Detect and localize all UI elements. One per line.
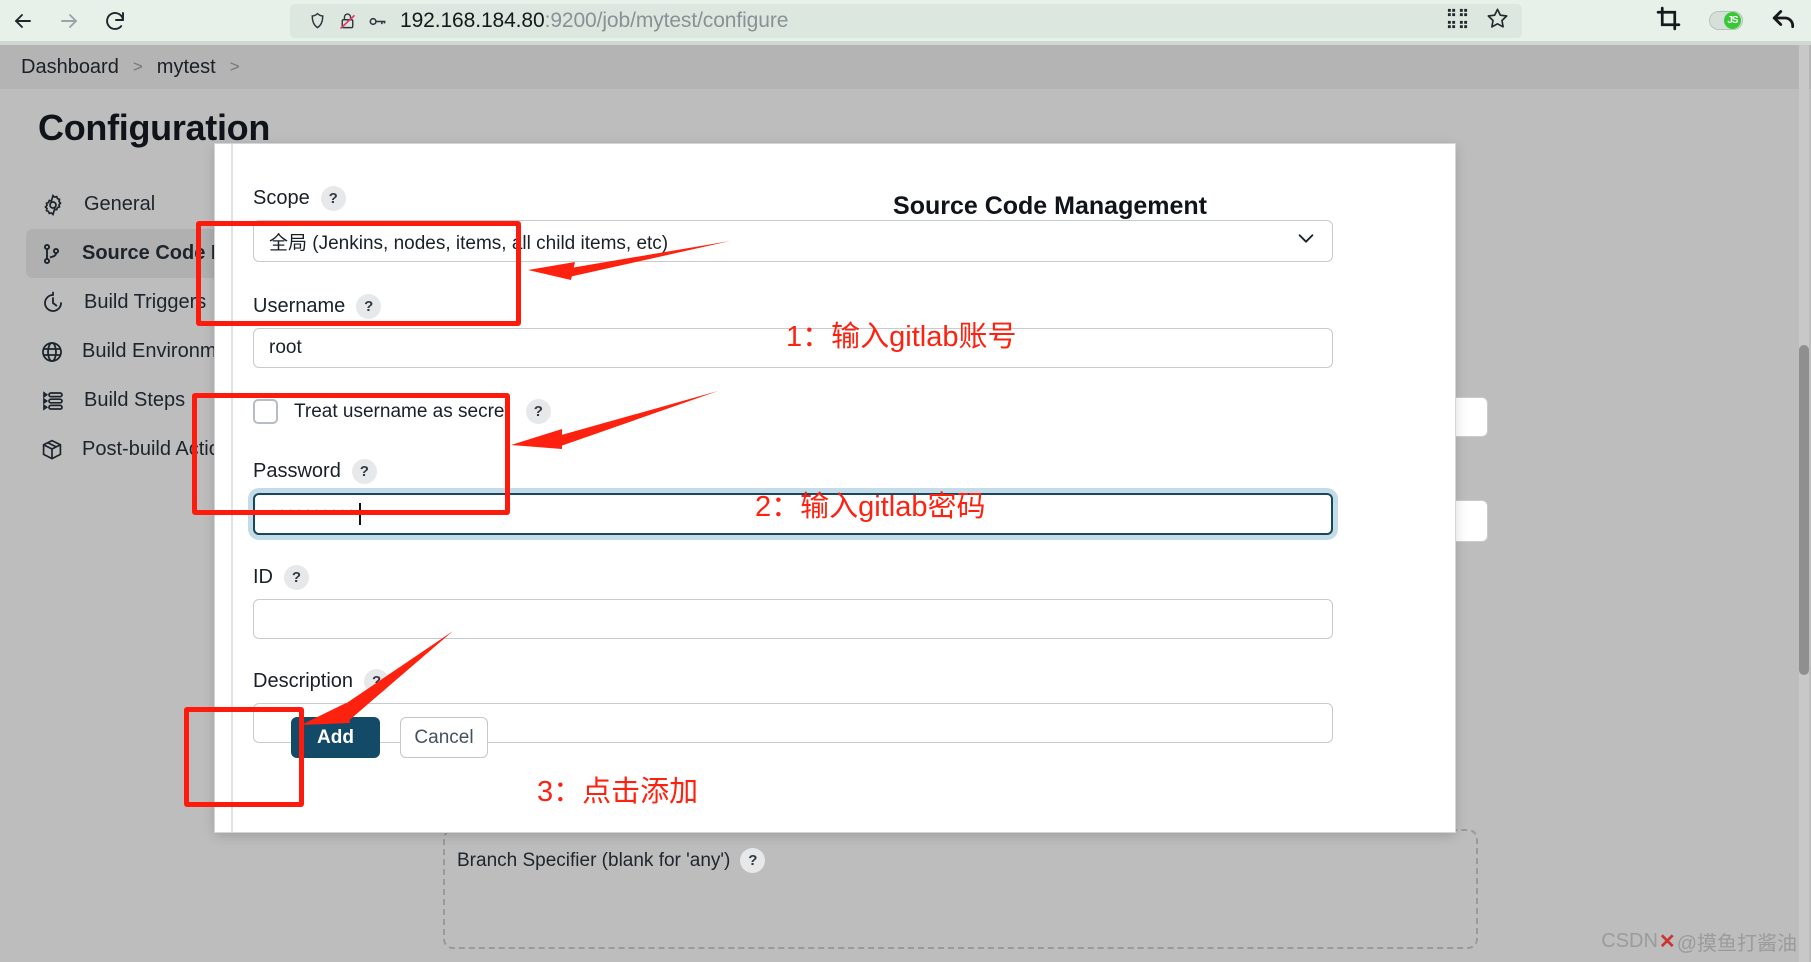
package-icon xyxy=(40,437,64,463)
breadcrumb: Dashboard > mytest > xyxy=(0,45,1811,89)
sidebar-item-label: Build Steps xyxy=(84,389,186,411)
breadcrumb-item-mytest[interactable]: mytest xyxy=(157,56,216,79)
url-bar[interactable]: 192.168.184.80:9200/job/mytest/configure xyxy=(290,4,1522,38)
browser-extensions-area: JS xyxy=(1656,0,1797,41)
git-branch-icon xyxy=(40,241,64,267)
forward-button[interactable] xyxy=(46,0,92,41)
chevron-right-icon: > xyxy=(132,57,143,76)
page-content: Dashboard > mytest > Configuration Gener… xyxy=(0,45,1811,962)
crop-icon[interactable] xyxy=(1656,6,1681,36)
background-branch-panel xyxy=(443,829,1478,949)
branch-specifier-label: Branch Specifier (blank for 'any') xyxy=(457,849,731,871)
annotation-box-username xyxy=(196,221,521,326)
description-label-row: Description ? xyxy=(253,669,1333,694)
annotation-text-3: 3：点击添加 xyxy=(537,776,699,808)
globe-icon xyxy=(40,339,64,365)
help-icon[interactable]: ? xyxy=(320,186,346,211)
gear-icon xyxy=(40,192,66,218)
url-text: 192.168.184.80:9200/job/mytest/configure xyxy=(400,9,788,33)
help-icon[interactable]: ? xyxy=(284,565,309,590)
reload-button[interactable] xyxy=(92,0,138,41)
js-toggle-label: JS xyxy=(1724,12,1741,29)
help-icon[interactable]: ? xyxy=(364,669,390,694)
watermark-text: @摸鱼打酱油 xyxy=(1676,933,1797,955)
undo-arrow-icon[interactable] xyxy=(1771,5,1797,36)
sidebar-item-label: General xyxy=(84,193,156,215)
tracker-blocked-icon[interactable] xyxy=(332,11,362,32)
description-label: Description xyxy=(253,670,354,692)
shield-icon[interactable] xyxy=(302,11,332,32)
username-value: root xyxy=(269,337,302,358)
back-button[interactable] xyxy=(0,0,46,41)
help-icon[interactable]: ? xyxy=(525,399,551,424)
watermark-logo-icon: ✕ xyxy=(1658,931,1676,953)
url-path: :9200/job/mytest/configure xyxy=(544,9,789,32)
sidebar-item-label: Build Triggers xyxy=(84,291,207,313)
cancel-button[interactable]: Cancel xyxy=(400,717,488,758)
id-label: ID xyxy=(253,566,273,588)
url-host: 192.168.184.80 xyxy=(400,9,545,32)
id-label-row: ID ? xyxy=(253,565,1333,590)
annotation-box-password xyxy=(192,393,510,515)
scope-label-row: Scope ? xyxy=(253,186,1333,211)
clock-icon xyxy=(40,290,66,316)
id-field-group: ID ? xyxy=(253,565,1333,639)
help-icon[interactable]: ? xyxy=(740,848,766,873)
qr-code-icon[interactable] xyxy=(1446,7,1469,35)
id-input[interactable] xyxy=(253,599,1333,639)
annotation-box-add-button xyxy=(184,707,304,807)
javascript-toggle[interactable]: JS xyxy=(1709,11,1743,30)
dialog-button-row: Add Cancel xyxy=(291,717,488,758)
breadcrumb-item-dashboard[interactable]: Dashboard xyxy=(21,56,119,79)
page-title: Configuration xyxy=(38,107,271,148)
key-icon[interactable] xyxy=(362,11,392,32)
scope-label: Scope xyxy=(253,187,310,209)
sidebar-item-build-environment[interactable]: Build Environment xyxy=(26,327,244,376)
list-icon xyxy=(40,388,66,414)
page-scrollbar-thumb[interactable] xyxy=(1799,345,1809,675)
star-icon[interactable] xyxy=(1485,6,1510,36)
chevron-down-icon xyxy=(1295,227,1317,255)
background-branch-label: Branch Specifier (blank for 'any') ? xyxy=(457,848,766,873)
watermark: CSDN ✕ @摸鱼打酱油 xyxy=(1601,927,1797,956)
annotation-text-2: 2：输入gitlab密码 xyxy=(755,491,986,523)
watermark-prefix: CSDN xyxy=(1601,930,1658,952)
add-button[interactable]: Add xyxy=(291,717,380,758)
chevron-right-icon: > xyxy=(229,57,240,76)
annotation-text-1: 1：输入gitlab账号 xyxy=(786,321,1017,353)
